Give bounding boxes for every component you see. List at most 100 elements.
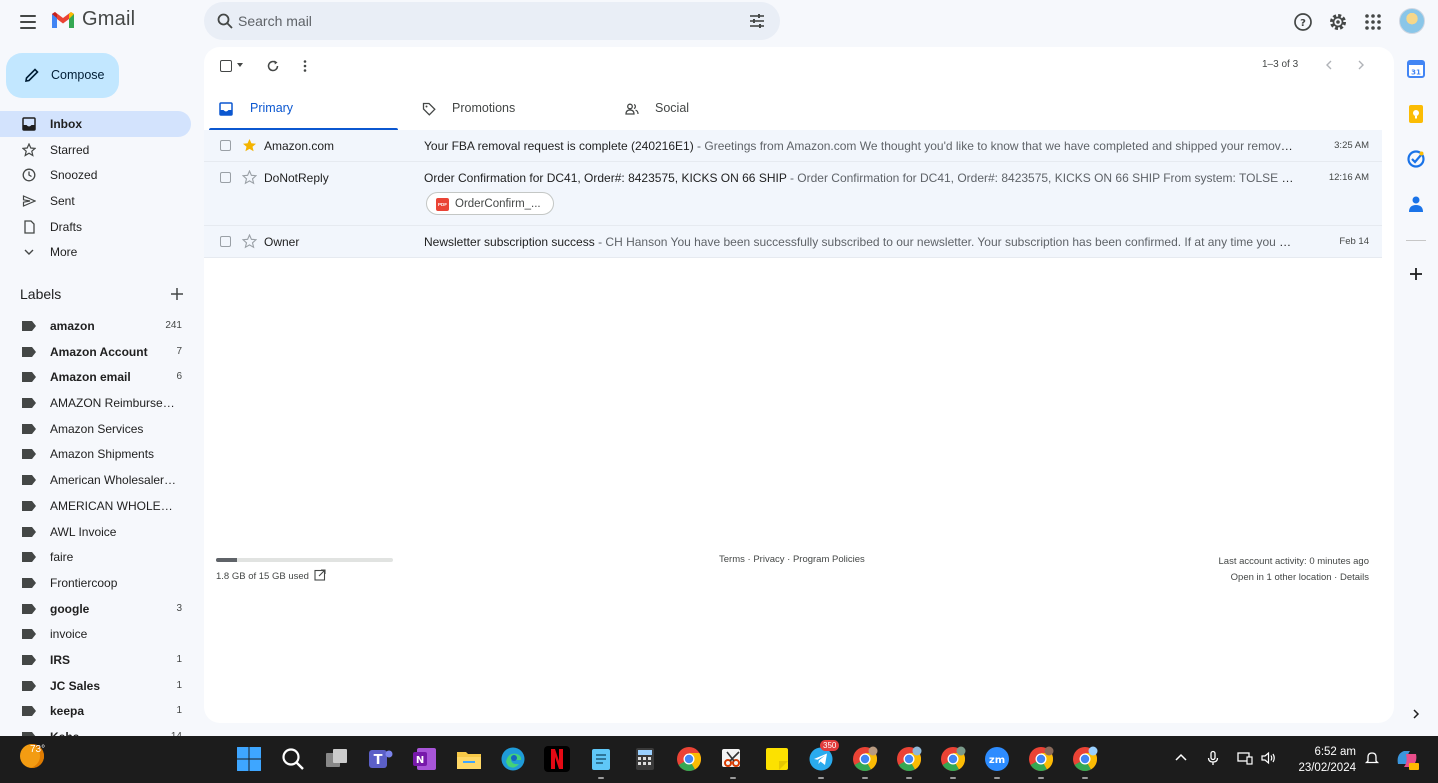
system-clock[interactable]: 6:52 am 23/02/2024 [1294,744,1356,776]
edge-browser-icon[interactable] [500,746,526,772]
windows-start-icon[interactable] [236,746,262,772]
nav-item-inbox[interactable]: Inbox [0,111,191,137]
label-item[interactable]: IRS 1 [0,647,191,673]
terms-link[interactable]: Terms [719,554,745,565]
nav-item-snoozed[interactable]: Snoozed [0,162,191,188]
network-icon[interactable] [1237,750,1253,766]
label-tag-icon [22,475,36,486]
search-icon[interactable] [216,12,234,30]
teams-icon[interactable]: T [368,746,394,772]
svg-text:N: N [416,755,424,766]
google-apps-icon[interactable] [1362,11,1384,33]
label-item[interactable]: google 3 [0,596,191,622]
star-icon[interactable] [242,234,257,249]
row-checkbox[interactable] [220,140,231,151]
chrome-profile-5-icon[interactable] [1072,746,1098,772]
label-name: Amazon email [50,370,131,385]
email-row[interactable]: Owner Newsletter subscription success - … [204,226,1382,258]
label-item[interactable]: Frontiercoop [0,570,191,596]
chrome-profile-4-icon[interactable] [1028,746,1054,772]
microphone-icon[interactable] [1205,750,1221,766]
account-avatar[interactable] [1399,8,1425,34]
taskbar-search-icon[interactable] [280,746,306,772]
activity-details-link[interactable]: Open in 1 other location · Details [1219,570,1369,586]
tab-primary[interactable]: Primary [209,89,398,130]
prev-page-chevron-icon[interactable] [1323,59,1335,71]
settings-gear-icon[interactable] [1327,11,1349,33]
select-options-caret-icon[interactable] [237,63,243,67]
show-hidden-icons-chevron-icon[interactable] [1173,750,1189,766]
tab-promotions[interactable]: Promotions [412,89,602,130]
tab-social[interactable]: Social [615,89,805,130]
netflix-icon[interactable] [544,746,570,772]
add-addon-plus-icon[interactable] [1406,264,1426,284]
volume-icon[interactable] [1260,750,1276,766]
label-item[interactable]: amazon 241 [0,313,191,339]
gmail-logo[interactable]: Gmail [50,8,135,31]
label-item[interactable]: Amazon Shipments [0,441,191,467]
star-icon[interactable] [242,170,257,185]
label-name: keepa [50,704,85,719]
program-policies-link[interactable]: Program Policies [793,554,865,565]
chrome-profile-2-icon[interactable] [896,746,922,772]
notifications-bell-icon[interactable] [1364,750,1380,766]
zoom-icon[interactable]: zm [984,746,1010,772]
row-checkbox[interactable] [220,172,231,183]
email-snippet: - Order Confirmation for DC41, Order#: 8… [789,171,1294,185]
compose-label: Compose [51,68,105,82]
row-checkbox[interactable] [220,236,231,247]
more-vert-icon[interactable] [298,59,312,73]
onenote-icon[interactable]: N [412,746,438,772]
sticky-notes-icon[interactable] [764,746,790,772]
chrome-profile-3-icon[interactable] [940,746,966,772]
notepad-icon[interactable] [588,746,614,772]
label-item[interactable]: invoice [0,621,191,647]
starred-star-icon[interactable] [242,138,257,153]
snipping-tool-icon[interactable] [720,746,746,772]
search-options-icon[interactable] [748,12,766,30]
label-item[interactable]: AWL Invoice [0,519,191,545]
calendar-icon[interactable]: 31 [1406,59,1426,79]
calculator-icon[interactable] [632,746,658,772]
label-item[interactable]: Amazon Account 7 [0,339,191,365]
main-menu-icon[interactable] [14,10,42,34]
label-name: JC Sales [50,678,101,693]
task-view-icon[interactable] [324,746,350,772]
nav-item-more[interactable]: More [0,239,191,265]
attachment-chip[interactable]: PDF OrderConfirm_... [426,192,554,215]
email-row[interactable]: Amazon.com Your FBA removal request is c… [204,130,1382,162]
email-row[interactable]: DoNotReply Order Confirmation for DC41, … [204,162,1382,226]
email-preview: Newsletter subscription success - CH Han… [424,235,1294,249]
label-item[interactable]: JC Sales 1 [0,673,191,699]
next-page-chevron-icon[interactable] [1355,59,1367,71]
nav-item-starred[interactable]: Starred [0,137,191,163]
label-item[interactable]: American Wholesaler S... [0,467,191,493]
refresh-icon[interactable] [266,59,280,73]
label-item[interactable]: AMERICAN WHOLESAL... [0,493,191,519]
label-item[interactable]: keepa 1 [0,698,191,724]
chrome-icon[interactable] [676,746,702,772]
email-list: Amazon.com Your FBA removal request is c… [204,130,1382,258]
label-item[interactable]: AMAZON Reimburseme... [0,390,191,416]
open-external-icon[interactable] [314,569,326,581]
nav-item-sent[interactable]: Sent [0,188,191,214]
help-icon[interactable]: ? [1292,11,1314,33]
search-input[interactable] [238,2,738,40]
label-item[interactable]: Amazon email 6 [0,364,191,390]
expand-side-panel-chevron-icon[interactable] [1410,708,1422,720]
label-item[interactable]: faire [0,544,191,570]
select-all-checkbox[interactable] [220,60,232,72]
label-item[interactable]: Amazon Services [0,416,191,442]
contacts-icon[interactable] [1406,194,1426,214]
tasks-icon[interactable] [1406,149,1426,169]
chrome-profile-1-icon[interactable] [852,746,878,772]
label-tag-icon [22,680,36,691]
privacy-link[interactable]: Privacy [753,554,784,565]
nav-item-drafts[interactable]: Drafts [0,214,191,240]
compose-button[interactable]: Compose [6,53,119,98]
file-explorer-icon[interactable] [456,746,482,772]
copilot-icon[interactable] [1394,746,1420,772]
keep-notes-icon[interactable] [1406,104,1426,124]
search-bar[interactable] [204,2,780,40]
add-label-plus-icon[interactable] [170,287,184,301]
